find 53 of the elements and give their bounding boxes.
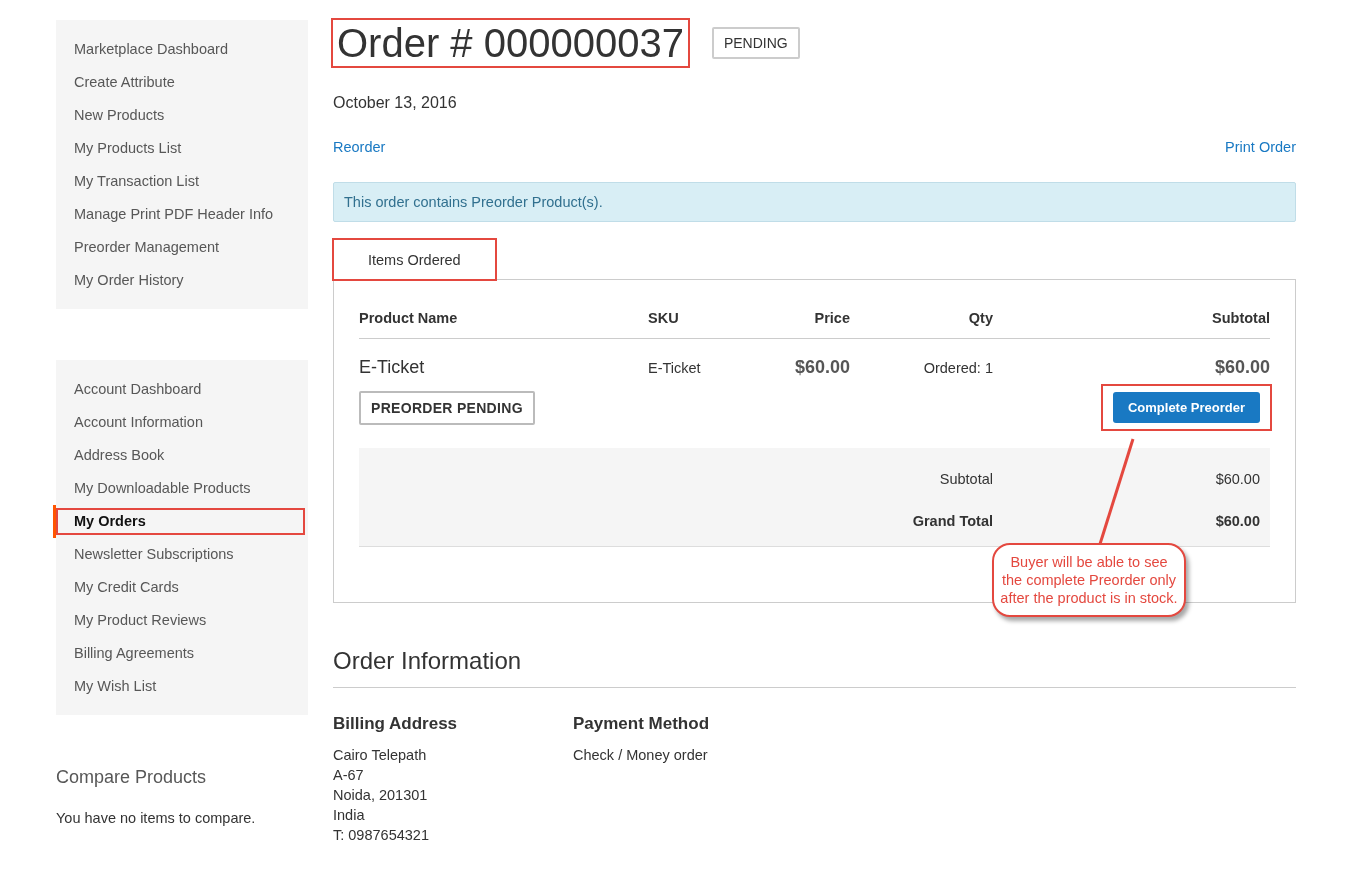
- column-header: Subtotal: [1211, 310, 1270, 326]
- column-header: Qty: [967, 310, 993, 326]
- block-text: Cairo Telepath: [333, 746, 428, 765]
- sidebar-item[interactable]: Billing Agreements: [53, 637, 308, 670]
- sidebar-item[interactable]: Manage Print PDF Header Info: [53, 198, 308, 231]
- block-text: A-67: [333, 766, 365, 785]
- column-header: Product Name: [359, 310, 459, 326]
- block-title: Billing Address: [333, 714, 459, 734]
- callout-note: Buyer will be able to see the complete Preorder only after the product is in stock.: [992, 543, 1186, 617]
- compare-title: Compare Products: [56, 767, 208, 788]
- preorder-status-label: PREORDER PENDING: [359, 390, 535, 425]
- subtotal-cell-text: $60.00: [1213, 357, 1270, 378]
- complete-preorder-button[interactable]: Complete Preorder: [1112, 392, 1260, 423]
- column-header: Price: [813, 310, 850, 326]
- product-name: E-Ticket: [359, 357, 426, 378]
- sidebar-item[interactable]: My Product Reviews: [53, 604, 308, 637]
- column-header: SKU: [648, 310, 680, 326]
- total-value: $60.00: [1214, 471, 1260, 487]
- order-title: Order # 000000037: [333, 20, 688, 66]
- sidebar-item[interactable]: Marketplace Dashboard: [53, 33, 308, 66]
- sidebar-item[interactable]: My Credit Cards: [53, 571, 308, 604]
- sidebar-item[interactable]: My Products List: [53, 132, 308, 165]
- sku-cell-text: E-Ticket: [648, 359, 702, 376]
- sidebar-item[interactable]: Address Book: [53, 439, 308, 472]
- sidebar-item[interactable]: My Order History: [53, 264, 308, 297]
- block-text: Noida, 201301: [333, 786, 429, 805]
- status-label: PENDING: [711, 27, 800, 59]
- print-order-link[interactable]: Print Order: [1225, 139, 1296, 155]
- sidebar-item[interactable]: Account Dashboard: [53, 373, 308, 406]
- total-label: Grand Total: [911, 513, 993, 529]
- sidebar-item[interactable]: My Transaction List: [53, 165, 308, 198]
- sidebar-item[interactable]: Account Information: [53, 406, 308, 439]
- total-label: Subtotal: [938, 471, 993, 487]
- sidebar-item[interactable]: Preorder Management: [53, 231, 308, 264]
- order-date: October 13, 2016: [333, 94, 458, 112]
- sidebar-item[interactable]: Create Attribute: [53, 66, 308, 99]
- sidebar-item[interactable]: New Products: [53, 99, 308, 132]
- block-text: India: [333, 806, 366, 825]
- sidebar-item[interactable]: My Orders: [53, 505, 308, 538]
- sidebar-item[interactable]: My Downloadable Products: [53, 472, 308, 505]
- tab[interactable]: Items Ordered: [333, 239, 496, 280]
- qty-cell-text: Ordered: 1: [922, 359, 993, 376]
- sidebar-item[interactable]: My Wish List: [53, 670, 308, 703]
- total-value: $60.00: [1214, 513, 1260, 529]
- compare-text: You have no items to compare.: [56, 810, 257, 826]
- section-title: Order Information: [333, 647, 1296, 688]
- price-cell-text: $60.00: [793, 357, 850, 378]
- reorder-link[interactable]: Reorder: [333, 139, 386, 155]
- block-text: T: 0987654321: [333, 826, 430, 845]
- sidebar-item[interactable]: Newsletter Subscriptions: [53, 538, 308, 571]
- block-title: Payment Method: [573, 714, 711, 734]
- block-text: Check / Money order: [573, 746, 709, 765]
- info-notice: This order contains Preorder Product(s).: [333, 182, 1296, 222]
